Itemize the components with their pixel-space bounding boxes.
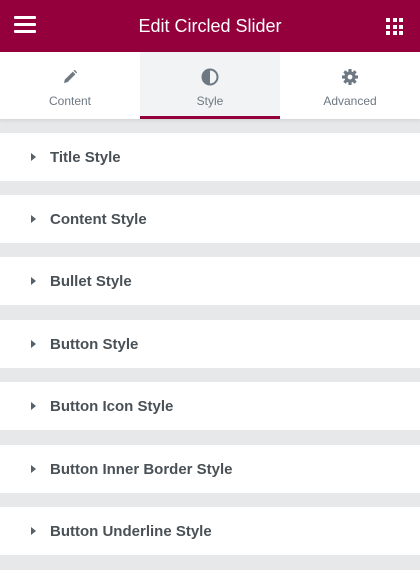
tab-advanced-label: Advanced — [323, 94, 377, 108]
section-content-style[interactable]: Content Style — [0, 195, 420, 243]
caret-right-icon — [31, 277, 36, 285]
grid-apps-icon[interactable] — [386, 18, 403, 35]
section-label: Button Style — [50, 335, 139, 353]
section-button-inner-border-style[interactable]: Button Inner Border Style — [0, 445, 420, 493]
section-bullet-style[interactable]: Bullet Style — [0, 257, 420, 305]
section-label: Button Underline Style — [50, 522, 212, 540]
tab-style[interactable]: Style — [140, 52, 280, 119]
contrast-half-circle-icon — [199, 66, 221, 88]
hamburger-menu-icon[interactable] — [14, 16, 36, 36]
caret-right-icon — [31, 215, 36, 223]
tab-advanced[interactable]: Advanced — [280, 52, 420, 119]
tab-style-label: Style — [196, 94, 224, 108]
section-button-style[interactable]: Button Style — [0, 320, 420, 368]
section-label: Content Style — [50, 210, 147, 228]
panel-header: Edit Circled Slider — [0, 0, 420, 52]
pencil-icon — [59, 66, 81, 88]
tab-content[interactable]: Content — [0, 52, 140, 119]
section-label: Bullet Style — [50, 272, 132, 290]
section-button-icon-style[interactable]: Button Icon Style — [0, 382, 420, 430]
caret-right-icon — [31, 340, 36, 348]
section-label: Button Icon Style — [50, 397, 174, 415]
caret-right-icon — [31, 527, 36, 535]
caret-right-icon — [31, 465, 36, 473]
section-title-style[interactable]: Title Style — [0, 133, 420, 181]
section-label: Button Inner Border Style — [50, 460, 233, 478]
section-button-underline-style[interactable]: Button Underline Style — [0, 507, 420, 555]
tab-content-label: Content — [48, 94, 92, 108]
gear-icon — [339, 66, 361, 88]
caret-right-icon — [31, 153, 36, 161]
caret-right-icon — [31, 402, 36, 410]
section-label: Title Style — [50, 148, 121, 166]
panel-tabs: Content Style Advanced — [0, 52, 420, 119]
panel-title: Edit Circled Slider — [138, 15, 282, 36]
